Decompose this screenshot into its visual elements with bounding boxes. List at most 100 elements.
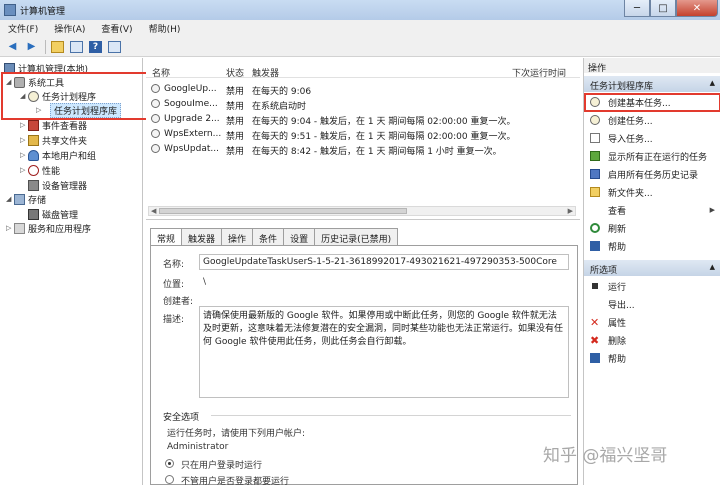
task-icon [151,129,160,138]
action-label: 刷新 [608,224,627,235]
blank-icon [590,299,600,309]
tab-triggers[interactable]: 触发器 [181,228,223,245]
section-label: 所选项 [590,266,618,276]
table-row[interactable]: WpsExtern... 禁用 在每天的 9:51 - 触发后，在 1 天 期间… [150,127,578,142]
scroll-right-icon[interactable]: ▶ [568,207,573,215]
action-label: 属性 [608,318,627,329]
task-list: 名称 状态 触发器 下次运行时间 GoogleUp... 禁用 在每天的 9:0… [146,58,580,220]
tree-item-device-manager[interactable]: 设备管理器 [28,178,87,192]
tab-actions[interactable]: 操作 [221,228,254,245]
actions-section-library[interactable]: 任务计划程序库 ▲ [584,76,720,92]
description-field[interactable]: 请确保使用最新版的 Google 软件。如果停用或中断此任务，则您的 Googl… [199,306,569,398]
tab-settings[interactable]: 设置 [283,228,316,245]
menu-view[interactable]: 查看(V) [101,22,132,35]
table-row[interactable]: SogouIme... 禁用 在系统启动时 [150,97,578,112]
action-label: 创建任务... [608,116,653,127]
tree-item-services[interactable]: ▷ 服务和应用程序 [6,221,91,235]
help-icon[interactable]: ? [87,39,104,54]
back-arrow-icon[interactable]: ◀ [4,39,21,54]
tree-label: 共享文件夹 [42,136,88,147]
task-details: 常规 触发器 操作 条件 设置 历史记录(已禁用) 名称: GoogleUpda… [146,224,580,485]
task-status: 禁用 [226,102,245,112]
task-icon [151,84,160,93]
author-label: 创建者: [163,297,194,307]
task-trigger: 在每天的 9:51 - 触发后，在 1 天 期间每隔 02:00:00 重复一次… [252,132,516,142]
collapse-arrow-icon[interactable]: ▷ [6,224,14,232]
column-header-name[interactable]: 名称 [152,66,170,79]
tree-label: 本地用户和组 [42,151,97,162]
enable-history-button[interactable]: 启用所有任务历史记录 [586,166,719,182]
tab-conditions[interactable]: 条件 [252,228,285,245]
scroll-left-icon[interactable]: ◀ [151,207,156,215]
run-icon [590,281,600,291]
run-as-user: Administrator [167,442,229,452]
action-pane-icon[interactable] [106,39,123,54]
task-status: 禁用 [226,87,245,97]
radio-run-logged-on[interactable] [165,459,174,468]
menu-help[interactable]: 帮助(H) [149,22,181,35]
device-manager-icon [28,179,39,191]
task-status: 禁用 [226,147,245,157]
expand-arrow-icon[interactable]: ◢ [6,195,14,203]
delete-button[interactable]: ✖ 删除 [586,332,719,348]
tree-item-shared-folders[interactable]: ▷ 共享文件夹 [20,133,87,147]
view-menu-button[interactable]: 查看 ▶ [586,202,719,218]
action-label: 运行 [608,282,627,293]
collapse-arrow-icon[interactable]: ▷ [20,121,28,129]
column-header-trigger[interactable]: 触发器 [252,66,279,79]
scrollbar-thumb[interactable] [159,208,407,214]
actions-pane: 操作 任务计划程序库 ▲ 创建基本任务... 创建任务... 导入任务... 显… [583,58,720,485]
tree-label: 性能 [42,166,61,177]
menu-file[interactable]: 文件(F) [8,22,38,35]
tree-item-event-viewer[interactable]: ▷ 事件查看器 [20,118,87,132]
table-row[interactable]: GoogleUp... 禁用 在每天的 9:06 [150,82,578,97]
table-row[interactable]: Upgrade 2... 禁用 在每天的 9:04 - 触发后，在 1 天 期间… [150,112,578,127]
properties-button[interactable]: ✕ 属性 [586,314,719,330]
horizontal-scrollbar[interactable]: ◀ ▶ [148,206,576,216]
collapse-arrow-icon[interactable]: ▷ [20,136,28,144]
action-label: 帮助 [608,242,627,253]
import-task-button[interactable]: 导入任务... [586,130,719,146]
task-name: WpsUpdat... [164,144,219,154]
create-task-button[interactable]: 创建任务... [586,112,719,128]
console-tree-icon[interactable] [68,39,85,54]
column-header-next-run[interactable]: 下次运行时间 [512,66,566,79]
delete-icon: ✖ [590,333,600,347]
tree-item-disk-management[interactable]: 磁盘管理 [28,207,78,221]
show-running-tasks-button[interactable]: 显示所有正在运行的任务 [586,148,719,164]
storage-icon [14,193,25,205]
task-name-field[interactable]: GoogleUpdateTaskUserS-1-5-21-3618992017-… [199,254,569,270]
export-button[interactable]: 导出... [586,296,719,312]
up-folder-icon[interactable] [49,39,66,54]
close-button[interactable]: ✕ [676,0,718,17]
menu-action[interactable]: 操作(A) [54,22,85,35]
column-header-status[interactable]: 状态 [226,66,244,79]
tab-history[interactable]: 历史记录(已禁用) [314,228,399,245]
tree-item-performance[interactable]: ▷ 性能 [20,163,60,177]
actions-section-selected[interactable]: 所选项 ▲ [584,260,720,276]
collapse-arrow-icon[interactable]: ▷ [20,151,28,159]
radio-run-always[interactable] [165,475,174,484]
collapse-icon[interactable]: ▲ [710,263,715,271]
task-name: GoogleUp... [164,84,217,94]
minimize-button[interactable]: ─ [624,0,650,17]
help-button-selected[interactable]: 帮助 [586,350,719,366]
collapse-arrow-icon[interactable]: ▷ [20,166,28,174]
section-label: 任务计划程序库 [590,82,654,92]
radio-run-logged-on-label: 只在用户登录时运行 [181,461,263,471]
tree-item-storage[interactable]: ◢ 存储 [6,192,46,206]
new-folder-button[interactable]: 新文件夹... [586,184,719,200]
refresh-button[interactable]: 刷新 [586,220,719,236]
collapse-icon[interactable]: ▲ [710,79,715,87]
forward-arrow-icon[interactable]: ▶ [23,39,40,54]
tab-general[interactable]: 常规 [150,228,183,246]
task-status: 禁用 [226,117,245,127]
menu-bar: 文件(F) 操作(A) 查看(V) 帮助(H) [0,20,720,37]
tree-item-local-users[interactable]: ▷ 本地用户和组 [20,148,96,162]
table-row[interactable]: WpsUpdat... 禁用 在每天的 8:42 - 触发后，在 1 天 期间每… [150,142,578,157]
run-button[interactable]: 运行 [586,278,719,294]
maximize-button[interactable]: □ [650,0,676,17]
location-value: \ [203,277,207,287]
task-status: 禁用 [226,132,245,142]
help-button[interactable]: 帮助 [586,238,719,254]
